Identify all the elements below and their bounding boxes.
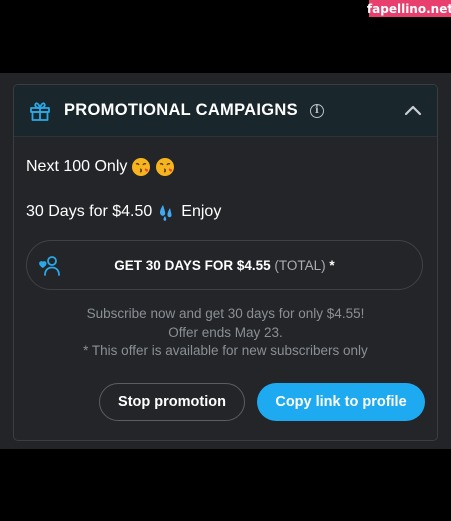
offer-main: GET 30 DAYS FOR $4.55 (114, 257, 271, 273)
description-line-2: Offer ends May 23. (168, 324, 283, 340)
promo-line-1: Next 100 Only (26, 157, 175, 177)
chevron-up-icon[interactable] (404, 102, 422, 120)
description-line-1: Subscribe now and get 30 days for only $… (86, 306, 365, 321)
promo-line-2-text: 30 Days for $4.50 (26, 203, 153, 220)
stop-promotion-button[interactable]: Stop promotion (99, 383, 245, 421)
promo-line-2-suffix: Enjoy (181, 203, 222, 220)
card-header[interactable]: PROMOTIONAL CAMPAIGNS i (14, 85, 437, 137)
gift-icon (28, 99, 52, 123)
page-title: PROMOTIONAL CAMPAIGNS (64, 101, 298, 119)
offer-total: (TOTAL) (274, 257, 326, 273)
promo-line-2: 30 Days for $4.50 Enjoy (26, 202, 221, 222)
offer-text: GET 30 DAYS FOR $4.55 (TOTAL) * (27, 258, 422, 273)
sweat-droplets-icon (156, 202, 176, 222)
description-line-3: * This offer is available for new subscr… (83, 343, 368, 358)
user-heart-icon (37, 255, 63, 277)
promo-line-1-text: Next 100 Only (26, 158, 128, 175)
offer-asterisk: * (329, 257, 335, 273)
offer-description: Subscribe now and get 30 days for only $… (14, 305, 437, 361)
offer-pill[interactable]: GET 30 DAYS FOR $4.55 (TOTAL) * (26, 240, 423, 290)
promo-card: PROMOTIONAL CAMPAIGNS i Next 100 Only 30… (13, 84, 438, 441)
screen-area: PROMOTIONAL CAMPAIGNS i Next 100 Only 30… (0, 73, 451, 449)
kissing-face-icon (131, 157, 151, 177)
kissing-face-icon (155, 157, 175, 177)
copy-link-button[interactable]: Copy link to profile (257, 383, 425, 421)
watermark: fapellino.net (366, 0, 451, 17)
info-icon[interactable]: i (309, 103, 324, 118)
